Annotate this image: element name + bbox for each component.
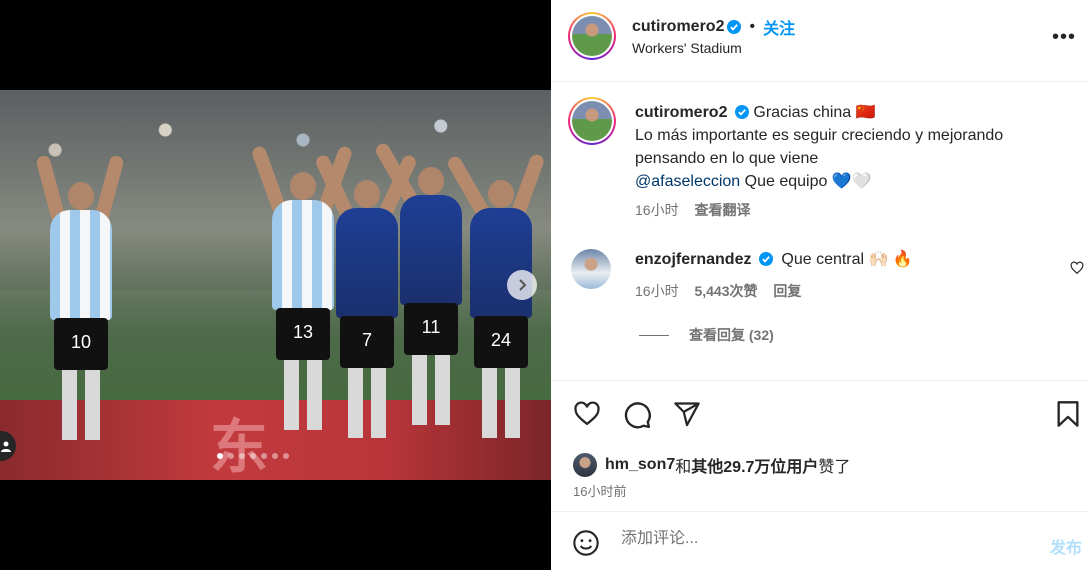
reply-button[interactable]: 回复 bbox=[773, 283, 801, 299]
caption-mention[interactable]: @afaseleccion bbox=[635, 173, 740, 190]
caption: cutiromero2 Gracias china 🇨🇳 Lo más impo… bbox=[635, 101, 1055, 222]
post-location[interactable]: Workers' Stadium bbox=[632, 40, 742, 56]
more-options-icon[interactable]: ••• bbox=[1052, 26, 1076, 49]
translate-button[interactable]: 查看翻译 bbox=[694, 202, 750, 218]
post-photo[interactable]: 东 10 13 7 11 24 bbox=[0, 90, 551, 480]
banner-text: 东 bbox=[210, 413, 269, 480]
like-heart-icon[interactable] bbox=[572, 400, 602, 428]
jersey-number: 11 bbox=[404, 303, 458, 355]
replies-divider bbox=[639, 334, 669, 336]
caption-line-3: Que equipo 💙🤍 bbox=[740, 173, 872, 190]
player-13: 13 bbox=[250, 144, 354, 468]
like-comment-icon[interactable] bbox=[1070, 261, 1084, 275]
likes-summary: hm_son7 和 其他29.7万位用户 赞了 bbox=[573, 453, 850, 477]
player-24: 24 bbox=[445, 152, 546, 468]
liker-avatar[interactable] bbox=[573, 453, 597, 477]
carousel-dot bbox=[217, 453, 223, 459]
caption-line-1: Gracias china 🇨🇳 bbox=[753, 104, 876, 121]
commenter-avatar[interactable] bbox=[571, 249, 611, 289]
verified-badge-icon bbox=[758, 252, 773, 266]
chevron-right-icon bbox=[519, 279, 527, 291]
jersey-number: 7 bbox=[340, 316, 394, 368]
actions-bar: hm_son7 和 其他29.7万位用户 赞了 16小时前 bbox=[551, 380, 1088, 512]
comment-meta: 16小时 5,443次赞 回复 bbox=[635, 281, 801, 301]
carousel-dot bbox=[239, 453, 245, 459]
post-timestamp[interactable]: 16小时前 bbox=[573, 481, 626, 500]
comments-section: cutiromero2 Gracias china 🇨🇳 Lo más impo… bbox=[551, 83, 1088, 380]
verified-badge-icon bbox=[734, 105, 749, 119]
author-avatar[interactable] bbox=[568, 12, 616, 60]
player-7: 7 bbox=[313, 153, 419, 468]
jersey-number: 10 bbox=[54, 318, 108, 370]
carousel-dot bbox=[228, 453, 234, 459]
carousel-dot bbox=[283, 453, 289, 459]
player-10: 10 bbox=[35, 154, 125, 468]
likes-suffix: 赞了 bbox=[818, 459, 851, 476]
view-replies-button[interactable]: 查看回复 (32) bbox=[639, 325, 774, 345]
add-comment-bar: 发布 bbox=[551, 512, 1088, 570]
caption-line-2: Lo más importante es seguir creciendo y … bbox=[635, 127, 1004, 167]
next-image-button[interactable] bbox=[507, 270, 537, 300]
media-pane: 东 10 13 7 11 24 bbox=[0, 0, 551, 570]
post-details-panel: cutiromero2 • 关注 Workers' Stadium ••• cu… bbox=[551, 0, 1088, 570]
carousel-dot bbox=[272, 453, 278, 459]
carousel-dots bbox=[217, 453, 289, 459]
comment-likes[interactable]: 5,443次赞 bbox=[694, 283, 757, 299]
comment-input[interactable] bbox=[621, 530, 1021, 548]
likes-others[interactable]: 其他29.7万位用户 bbox=[691, 453, 818, 477]
post-comment-button[interactable]: 发布 bbox=[1050, 534, 1082, 558]
commenter-username[interactable]: enzojfernandez bbox=[635, 251, 751, 268]
post-header: cutiromero2 • 关注 Workers' Stadium ••• bbox=[551, 0, 1088, 82]
caption-time[interactable]: 16小时 bbox=[635, 202, 679, 218]
comment: enzojfernandez Que central 🙌🏻 🔥 bbox=[635, 249, 913, 269]
author-username[interactable]: cutiromero2 bbox=[632, 18, 724, 36]
liker-username[interactable]: hm_son7 bbox=[605, 456, 675, 474]
caption-avatar[interactable] bbox=[568, 97, 616, 145]
comment-bubble-icon[interactable] bbox=[622, 400, 652, 430]
emoji-icon[interactable] bbox=[572, 529, 600, 557]
carousel-dot bbox=[250, 453, 256, 459]
comment-text: Que central 🙌🏻 🔥 bbox=[781, 251, 913, 268]
share-send-icon[interactable] bbox=[673, 400, 701, 428]
view-replies-label: 查看回复 (32) bbox=[689, 327, 774, 343]
separator-dot: • bbox=[749, 18, 756, 35]
caption-username[interactable]: cutiromero2 bbox=[635, 104, 727, 121]
comment-time[interactable]: 16小时 bbox=[635, 283, 679, 299]
save-bookmark-icon[interactable] bbox=[1056, 400, 1080, 428]
follow-button[interactable]: 关注 bbox=[763, 15, 795, 39]
likes-connector: 和 bbox=[675, 459, 692, 476]
player-11: 11 bbox=[373, 141, 462, 468]
caption-meta: 16小时 查看翻译 bbox=[635, 199, 1055, 222]
jersey-number: 24 bbox=[474, 316, 528, 368]
jersey-number: 13 bbox=[276, 308, 330, 360]
carousel-dot bbox=[261, 453, 267, 459]
verified-badge-icon bbox=[727, 20, 742, 34]
user-icon bbox=[1, 441, 11, 452]
